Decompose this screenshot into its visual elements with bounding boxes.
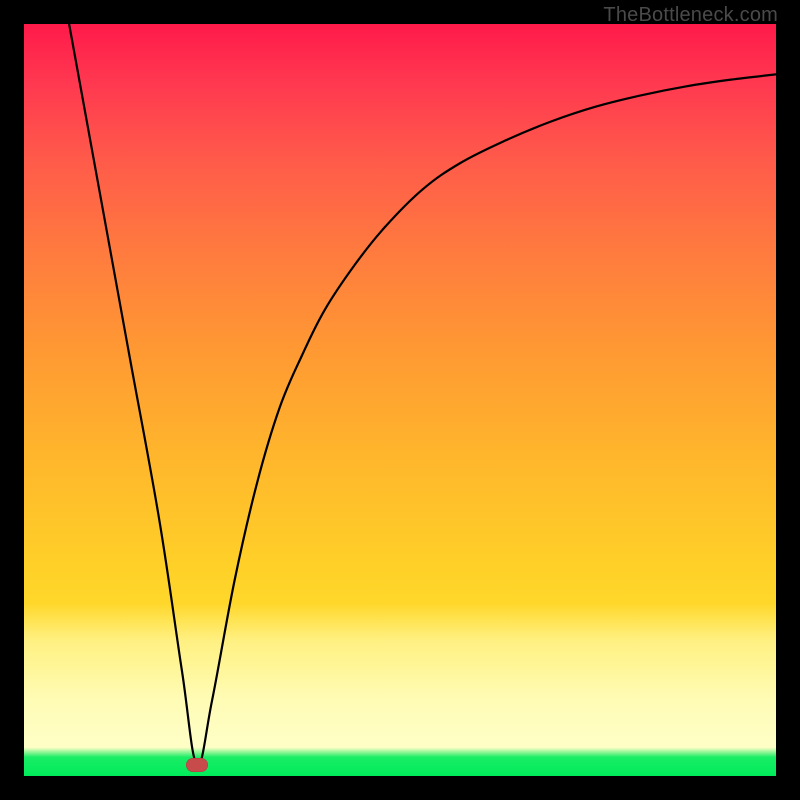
watermark-text: TheBottleneck.com <box>603 4 778 27</box>
plot-area <box>24 24 776 776</box>
curve-line <box>69 24 776 765</box>
min-marker <box>186 758 208 772</box>
curve-svg <box>24 24 776 776</box>
chart-frame: TheBottleneck.com <box>0 0 800 800</box>
